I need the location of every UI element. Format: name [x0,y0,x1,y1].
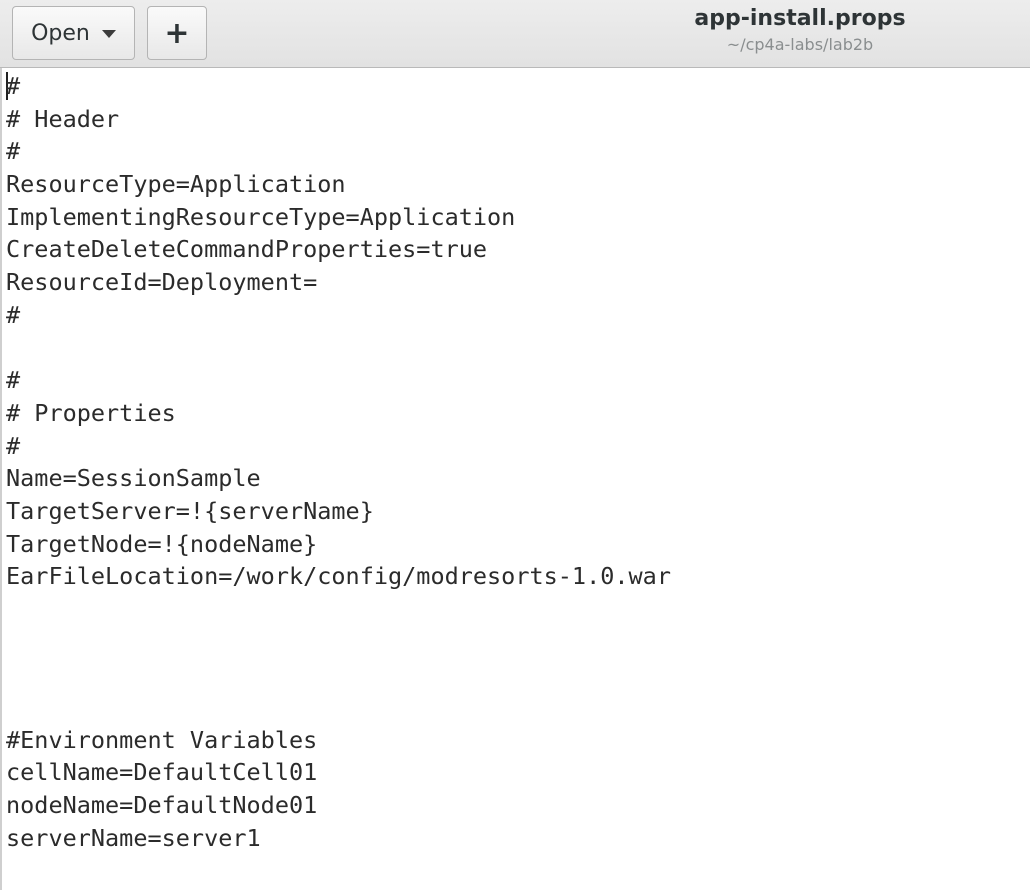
editor-line: # [6,300,21,329]
editor-line [6,691,671,724]
editor-line: # Properties [6,398,176,427]
window-subtitle-path: ~/cp4a-labs/lab2b [726,35,874,54]
window-title: app-install.props [694,6,906,31]
header-bar: Open + app-install.props ~/cp4a-labs/lab… [0,0,1030,68]
editor-line [6,332,671,365]
editor-line: # [6,366,21,395]
editor-line: ImplementingResourceType=Application [6,202,516,231]
editor-line: # [6,137,21,166]
editor-line [6,593,671,626]
open-menu-button[interactable]: Open [12,6,135,60]
editor-line [6,658,671,691]
text-editor-window: Open + app-install.props ~/cp4a-labs/lab… [0,0,1030,890]
editor-line: Name=SessionSample [6,464,261,493]
new-tab-button[interactable]: + [147,6,207,60]
editor-line: cellName=DefaultCell01 [6,758,318,787]
editor-line: CreateDeleteCommandProperties=true [6,235,488,264]
editor-line: nodeName=DefaultNode01 [6,791,318,820]
editor-line: ResourceType=Application [6,170,346,199]
editor-left-border [0,68,2,890]
text-editor-area[interactable]: # # Header # ResourceType=Application Im… [0,68,1030,890]
editor-line: TargetNode=!{nodeName} [6,529,318,558]
editor-line: TargetServer=!{serverName} [6,496,374,525]
editor-lines: # # Header # ResourceType=Application Im… [6,70,671,855]
open-button-label: Open [31,20,90,46]
editor-line: serverName=server1 [6,823,261,852]
editor-line: # Header [6,104,120,133]
editor-line: # [6,431,21,460]
editor-line: #Environment Variables [6,725,318,754]
plus-icon: + [164,15,190,51]
editor-line: EarFileLocation=/work/config/modresorts-… [6,562,671,591]
editor-line: # [6,72,21,100]
chevron-down-icon [101,30,116,38]
editor-line [6,626,671,659]
editor-line: ResourceId=Deployment= [6,268,318,297]
window-title-area: app-install.props ~/cp4a-labs/lab2b [620,4,980,56]
